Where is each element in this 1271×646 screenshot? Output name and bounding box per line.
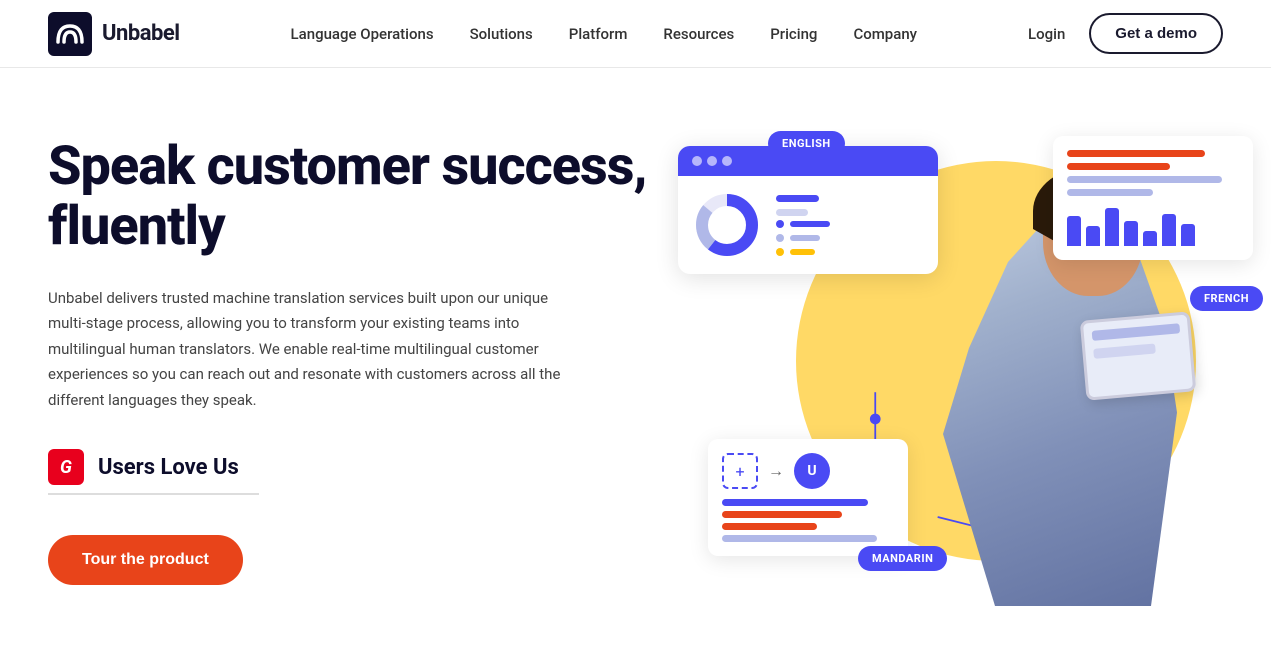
nav-links: Language Operations Solutions Platform R… — [291, 24, 918, 43]
bar-2 — [1086, 226, 1100, 246]
dot-item-2 — [776, 234, 830, 242]
card-body — [678, 176, 938, 274]
english-badge: ENGLISH — [768, 131, 845, 156]
card-line-1 — [776, 195, 819, 202]
dot-yellow — [776, 248, 784, 256]
arrow-right-icon: → — [768, 461, 784, 481]
card-dots-list — [776, 220, 830, 256]
bar-1 — [1067, 216, 1081, 246]
dot-line-1 — [790, 221, 830, 227]
dashboard-card-main — [678, 146, 938, 274]
transform-row: + → U — [722, 453, 894, 489]
hero-illustration: ENGLISH FRENCH MANDARIN — [688, 116, 1223, 606]
nav-link-platform[interactable]: Platform — [569, 25, 628, 43]
nav-link-solutions[interactable]: Solutions — [470, 25, 533, 43]
hero-title: Speak customer success, fluently — [48, 137, 648, 258]
login-link[interactable]: Login — [1028, 25, 1065, 43]
bar-7 — [1181, 224, 1195, 246]
dot-item-3 — [776, 248, 830, 256]
card-content-right — [776, 195, 830, 256]
logo-text: Unbabel — [102, 21, 180, 46]
hero-description: Unbabel delivers trusted machine transla… — [48, 286, 568, 414]
dashboard-card-right — [1053, 136, 1253, 260]
card-dot-1 — [692, 156, 702, 166]
french-badge: FRENCH — [1190, 286, 1263, 311]
bar-chart — [1067, 206, 1239, 246]
dot-line-2 — [790, 235, 820, 241]
hero-left: Speak customer success, fluently Unbabel… — [48, 137, 648, 585]
nav-actions: Login Get a demo — [1028, 13, 1223, 54]
dot-item-1 — [776, 220, 830, 228]
hero-section: Speak customer success, fluently Unbabel… — [0, 68, 1271, 646]
mandarin-badge: MANDARIN — [858, 546, 947, 571]
navbar: Unbabel Language Operations Solutions Pl… — [0, 0, 1271, 68]
right-line-light-1 — [1067, 176, 1222, 183]
bottom-line-2 — [722, 511, 842, 518]
nav-link-pricing[interactable]: Pricing — [770, 25, 817, 43]
nav-link-resources[interactable]: Resources — [663, 25, 734, 43]
dot-light — [776, 234, 784, 242]
tour-product-button[interactable]: Tour the product — [48, 535, 243, 585]
bar-4 — [1124, 221, 1138, 246]
logo[interactable]: Unbabel — [48, 12, 180, 56]
person-tablet — [1080, 311, 1197, 400]
dot-blue — [776, 220, 784, 228]
transform-input-box: + — [722, 453, 758, 489]
nav-link-company[interactable]: Company — [853, 25, 917, 43]
bottom-line-4 — [722, 535, 877, 542]
bottom-line-1 — [722, 499, 868, 506]
card-dot-3 — [722, 156, 732, 166]
users-love-us-badge: G Users Love Us — [48, 449, 259, 495]
bar-6 — [1162, 214, 1176, 246]
card-bottom-lines — [722, 499, 894, 542]
plus-icon: + — [735, 462, 744, 481]
tablet-line-1 — [1092, 323, 1181, 341]
g2-icon: G — [48, 449, 84, 485]
hero-cta: Tour the product — [48, 535, 648, 585]
dashboard-card-bottom: + → U — [708, 439, 908, 556]
bar-3 — [1105, 208, 1119, 246]
card-lines — [776, 195, 830, 216]
nav-link-language-operations[interactable]: Language Operations — [291, 25, 434, 43]
bar-5 — [1143, 231, 1157, 246]
donut-chart — [692, 190, 762, 260]
card-line-2 — [776, 209, 808, 216]
right-line-light-2 — [1067, 189, 1153, 196]
right-line-orange-1 — [1067, 150, 1205, 157]
card-dot-2 — [707, 156, 717, 166]
dot-line-3 — [790, 249, 815, 255]
unbabel-logo-small: U — [794, 453, 830, 489]
tablet-line-2 — [1093, 343, 1156, 358]
get-demo-button[interactable]: Get a demo — [1089, 13, 1223, 54]
users-love-us-text: Users Love Us — [98, 455, 239, 480]
right-line-orange-2 — [1067, 163, 1170, 170]
card-right-lines — [1067, 150, 1239, 196]
bottom-line-3 — [722, 523, 817, 530]
